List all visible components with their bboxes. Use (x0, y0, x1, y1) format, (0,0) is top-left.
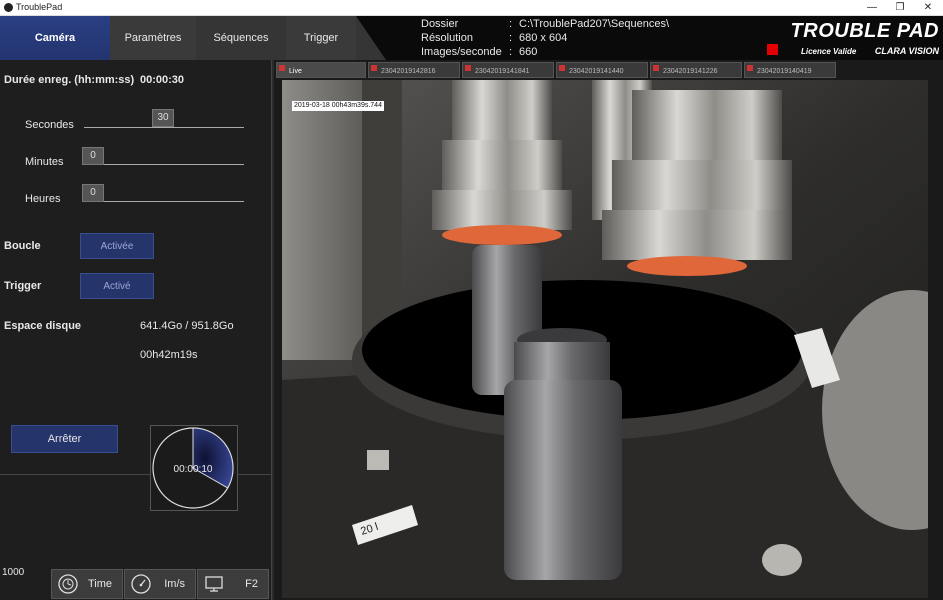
video-tab-sequence[interactable]: 23042019142816 (368, 62, 460, 78)
minutes-slider-thumb[interactable]: 0 (82, 147, 104, 165)
tab-sequences[interactable]: Séquences (196, 16, 286, 60)
loop-toggle-button[interactable]: Activée (80, 233, 154, 259)
brand-logo: TROUBLE PAD Licence Valide CLARA VISION (767, 16, 939, 60)
trigger-label: Trigger (4, 280, 42, 292)
brand-title: TROUBLE PAD (790, 20, 939, 42)
monitor-icon (205, 576, 223, 592)
timer-value: 00:00:10 (174, 464, 213, 475)
f2-button-label: F2 (245, 578, 258, 590)
status-bar: 1000 Time Im/s F2 (0, 567, 272, 600)
time-button-label: Time (87, 578, 112, 590)
seconds-label: Secondes (25, 119, 74, 131)
video-panel: Live 23042019142816 23042019141841 23042… (274, 60, 943, 600)
camera-frame-image: 20 l (282, 80, 928, 598)
license-indicator (767, 44, 778, 55)
trigger-toggle-button[interactable]: Activé (80, 273, 154, 299)
clock-icon (58, 574, 78, 594)
close-tab-icon[interactable] (465, 65, 471, 71)
duration-value: 00:00:30 (140, 74, 185, 86)
close-tab-icon[interactable] (371, 65, 377, 71)
close-tab-icon[interactable] (747, 65, 753, 71)
stop-button[interactable]: Arrêter (11, 425, 118, 453)
fps-button[interactable]: Im/s (124, 569, 196, 599)
tab-trigger[interactable]: Trigger (286, 16, 356, 60)
header: Caméra Paramètres Séquences Trigger Doss… (0, 16, 943, 60)
hours-label: Heures (25, 193, 61, 205)
fps-button-label: Im/s (164, 578, 185, 590)
app-window: TroublePad — ❐ ✕ Caméra Paramètres Séque… (0, 0, 943, 600)
close-tab-icon[interactable] (279, 65, 285, 71)
hours-slider-thumb[interactable]: 0 (82, 184, 104, 202)
window-title: TroublePad (16, 2, 63, 12)
hours-slider[interactable] (84, 201, 244, 202)
disk-space-value: 641.4Go / 951.8Go (140, 320, 234, 332)
minutes-label: Minutes (25, 156, 64, 168)
video-tab-sequence[interactable]: 23042019141841 (462, 62, 554, 78)
settings-panel: Durée enreg. (hh:mm:ss) 00:00:30 Seconde… (0, 60, 272, 600)
recording-timer: 00:00:10 (150, 425, 238, 511)
disk-space-label: Espace disque (4, 320, 82, 332)
timer-dial: 00:00:10 (152, 427, 234, 509)
loop-label: Boucle (4, 240, 41, 252)
license-status: Licence Valide (801, 47, 857, 56)
maximize-button[interactable]: ❐ (886, 0, 914, 16)
recording-info: Dossier : C:\TroublePad207\Sequences\ Ré… (421, 18, 670, 58)
seconds-slider-thumb[interactable]: 30 (152, 109, 174, 127)
company-name: CLARA VISION (874, 46, 939, 56)
time-button[interactable]: Time (51, 569, 123, 599)
f2-button[interactable]: F2 (197, 569, 269, 599)
tab-parametres[interactable]: Paramètres (110, 16, 196, 60)
minutes-slider[interactable] (84, 164, 244, 165)
close-tab-icon[interactable] (559, 65, 565, 71)
video-tab-sequence[interactable]: 23042019141226 (650, 62, 742, 78)
video-tab-sequence[interactable]: 23042019141440 (556, 62, 648, 78)
tab-camera[interactable]: Caméra (0, 16, 110, 60)
live-camera-view[interactable]: 20 l 2019-03-18 00h43m39s.744 (282, 80, 928, 598)
frame-count: 1000 (2, 567, 25, 578)
video-tab-live[interactable]: Live (276, 62, 366, 78)
title-bar: TroublePad — ❐ ✕ (0, 0, 943, 16)
tab-edge (356, 16, 386, 60)
close-button[interactable]: ✕ (914, 0, 942, 16)
app-icon (4, 3, 13, 12)
seconds-slider[interactable] (84, 127, 244, 128)
close-tab-icon[interactable] (653, 65, 659, 71)
duration-label: Durée enreg. (hh:mm:ss) (4, 74, 135, 86)
speedometer-icon (131, 574, 151, 594)
video-timestamp: 2019-03-18 00h43m39s.744 (292, 101, 384, 111)
disk-time-remaining: 00h42m19s (140, 349, 198, 361)
minimize-button[interactable]: — (858, 0, 886, 16)
video-tab-sequence[interactable]: 23042019140419 (744, 62, 836, 78)
